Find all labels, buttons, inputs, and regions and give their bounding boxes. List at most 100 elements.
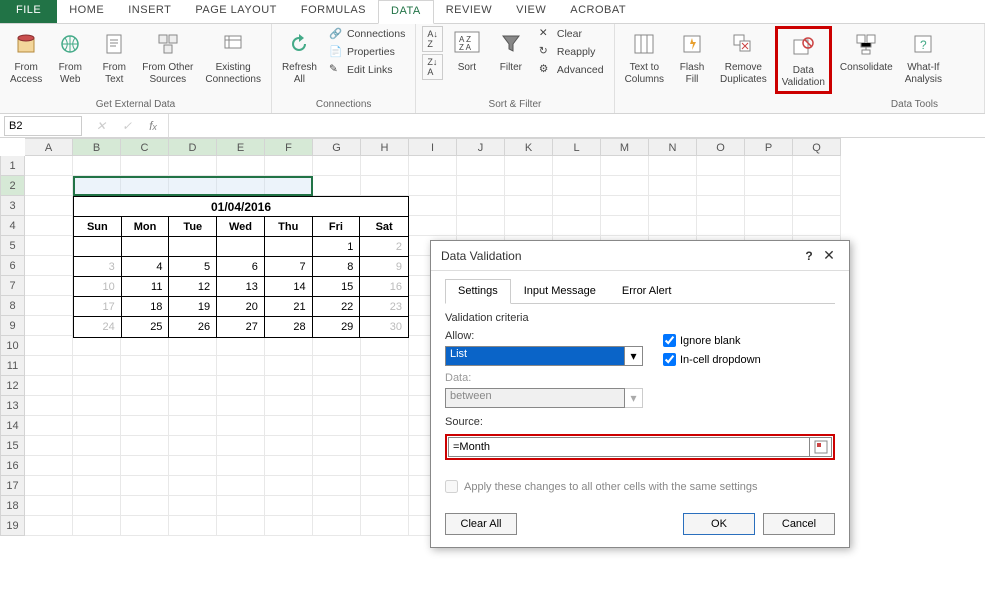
cell[interactable] — [697, 216, 745, 236]
cell[interactable] — [409, 196, 457, 216]
cell[interactable] — [217, 496, 265, 516]
consolidate-button[interactable]: Consolidate — [836, 26, 897, 76]
cell[interactable] — [313, 376, 361, 396]
cell[interactable] — [409, 176, 457, 196]
from-access-button[interactable]: FromAccess — [6, 26, 46, 88]
cell[interactable] — [169, 356, 217, 376]
cell[interactable] — [505, 196, 553, 216]
row-header[interactable]: 17 — [0, 476, 25, 496]
cell[interactable] — [361, 356, 409, 376]
cell[interactable] — [553, 216, 601, 236]
cell[interactable] — [217, 376, 265, 396]
cell[interactable] — [361, 496, 409, 516]
cell[interactable] — [217, 456, 265, 476]
column-header[interactable]: B — [73, 138, 121, 156]
sort-asc-button[interactable]: A↓Z — [422, 26, 443, 52]
reapply-button[interactable]: ↻Reapply — [535, 44, 608, 60]
cell[interactable] — [25, 276, 73, 296]
tab-formulas[interactable]: FORMULAS — [289, 0, 378, 23]
cell[interactable] — [265, 416, 313, 436]
cell[interactable] — [265, 456, 313, 476]
cell[interactable] — [25, 396, 73, 416]
dialog-tab-error-alert[interactable]: Error Alert — [609, 279, 685, 303]
name-box[interactable] — [4, 116, 82, 136]
what-if-button[interactable]: ? What-IfAnalysis — [901, 26, 946, 88]
cell[interactable] — [121, 436, 169, 456]
tab-file[interactable]: FILE — [0, 0, 57, 23]
cell[interactable] — [25, 316, 73, 336]
clear-all-button[interactable]: Clear All — [445, 513, 517, 535]
tab-data[interactable]: DATA — [378, 0, 434, 24]
cell[interactable] — [169, 176, 217, 196]
column-header[interactable]: O — [697, 138, 745, 156]
cell[interactable] — [121, 356, 169, 376]
cell[interactable] — [25, 156, 73, 176]
cell[interactable] — [745, 156, 793, 176]
allow-select[interactable]: List — [445, 346, 625, 366]
cell[interactable] — [553, 176, 601, 196]
cell[interactable] — [25, 256, 73, 276]
cell[interactable] — [25, 476, 73, 496]
row-header[interactable]: 9 — [0, 316, 25, 336]
tab-review[interactable]: REVIEW — [434, 0, 504, 23]
cell[interactable] — [265, 176, 313, 196]
cell[interactable] — [793, 196, 841, 216]
cell[interactable] — [73, 356, 121, 376]
cell[interactable] — [217, 516, 265, 536]
row-header[interactable]: 6 — [0, 256, 25, 276]
cell[interactable] — [745, 196, 793, 216]
column-header[interactable]: N — [649, 138, 697, 156]
cell[interactable] — [601, 176, 649, 196]
cell[interactable] — [313, 176, 361, 196]
row-header[interactable]: 12 — [0, 376, 25, 396]
flash-fill-button[interactable]: FlashFill — [672, 26, 712, 88]
cell[interactable] — [265, 496, 313, 516]
row-header[interactable]: 8 — [0, 296, 25, 316]
column-header[interactable]: K — [505, 138, 553, 156]
cell[interactable] — [121, 416, 169, 436]
cell[interactable] — [697, 176, 745, 196]
cell[interactable] — [25, 336, 73, 356]
cell[interactable] — [121, 516, 169, 536]
cell[interactable] — [25, 196, 73, 216]
cell[interactable] — [361, 176, 409, 196]
cell[interactable] — [25, 176, 73, 196]
column-header[interactable]: P — [745, 138, 793, 156]
column-header[interactable]: C — [121, 138, 169, 156]
clear-button[interactable]: ✕Clear — [535, 26, 608, 42]
accept-formula-icon[interactable]: ✓ — [118, 119, 136, 133]
cancel-button[interactable]: Cancel — [763, 513, 835, 535]
column-header[interactable]: D — [169, 138, 217, 156]
cell[interactable] — [649, 156, 697, 176]
cell[interactable] — [121, 176, 169, 196]
row-header[interactable]: 19 — [0, 516, 25, 536]
cell[interactable] — [457, 196, 505, 216]
cell[interactable] — [121, 456, 169, 476]
cell[interactable] — [313, 496, 361, 516]
cell[interactable] — [217, 156, 265, 176]
cell[interactable] — [265, 336, 313, 356]
row-header[interactable]: 2 — [0, 176, 25, 196]
cell[interactable] — [649, 216, 697, 236]
cell[interactable] — [169, 476, 217, 496]
row-header[interactable]: 5 — [0, 236, 25, 256]
column-header[interactable]: F — [265, 138, 313, 156]
cell[interactable] — [745, 176, 793, 196]
column-header[interactable]: A — [25, 138, 73, 156]
existing-connections-button[interactable]: ExistingConnections — [201, 26, 265, 88]
column-header[interactable]: I — [409, 138, 457, 156]
source-input[interactable] — [448, 437, 810, 457]
cell[interactable] — [457, 216, 505, 236]
cell[interactable] — [217, 176, 265, 196]
cell[interactable] — [793, 216, 841, 236]
cell[interactable] — [73, 336, 121, 356]
cell[interactable] — [313, 456, 361, 476]
cell[interactable] — [265, 396, 313, 416]
cell[interactable] — [25, 296, 73, 316]
cell[interactable] — [505, 216, 553, 236]
row-header[interactable]: 16 — [0, 456, 25, 476]
cell[interactable] — [313, 336, 361, 356]
row-header[interactable]: 4 — [0, 216, 25, 236]
cell[interactable] — [361, 516, 409, 536]
cell[interactable] — [169, 156, 217, 176]
